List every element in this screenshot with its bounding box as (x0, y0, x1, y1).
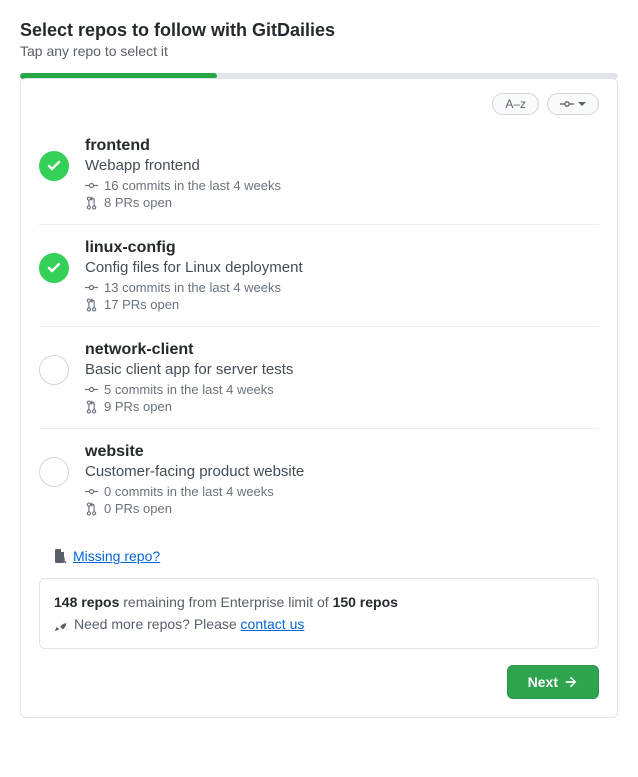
limit-line-2: Need more repos? Please contact us (54, 613, 584, 635)
repo-item[interactable]: network-client Basic client app for serve… (39, 327, 599, 429)
commit-icon (560, 97, 574, 111)
arrow-right-icon (564, 675, 578, 689)
repo-checkbox[interactable] (39, 151, 69, 181)
commit-icon (85, 281, 98, 294)
card-footer: Next (39, 665, 599, 699)
repo-prs-meta: 0 PRs open (85, 501, 599, 516)
repo-checkbox[interactable] (39, 253, 69, 283)
repo-item[interactable]: frontend Webapp frontend 16 commits in the… (39, 123, 599, 225)
limit-middle: remaining from Enterprise limit of (119, 594, 332, 610)
repo-commits-meta: 0 commits in the last 4 weeks (85, 484, 599, 499)
repo-prs-meta: 9 PRs open (85, 399, 599, 414)
limit-info-box: 148 repos remaining from Enterprise limi… (39, 578, 599, 649)
repo-prs-text: 17 PRs open (104, 297, 179, 312)
repo-name: website (85, 443, 599, 461)
repo-name: linux-config (85, 239, 599, 257)
repo-commits-meta: 13 commits in the last 4 weeks (85, 280, 599, 295)
repo-description: Webapp frontend (85, 157, 599, 174)
repo-body: network-client Basic client app for serve… (85, 341, 599, 414)
pull-request-icon (85, 502, 98, 516)
repo-prs-text: 9 PRs open (104, 399, 172, 414)
repo-checkbox[interactable] (39, 457, 69, 487)
repo-body: linux-config Config files for Linux deplo… (85, 239, 599, 312)
repo-commits-meta: 5 commits in the last 4 weeks (85, 382, 599, 397)
pull-request-icon (85, 400, 98, 414)
contact-us-link[interactable]: contact us (241, 616, 305, 632)
repo-description: Customer-facing product website (85, 463, 599, 480)
repo-prs-meta: 17 PRs open (85, 297, 599, 312)
limit-total: 150 repos (333, 594, 398, 610)
repo-checkbox[interactable] (39, 355, 69, 385)
repo-name: network-client (85, 341, 599, 359)
page-subtitle: Tap any repo to select it (20, 43, 618, 59)
limit-line-1: 148 repos remaining from Enterprise limi… (54, 591, 584, 613)
repo-prs-text: 8 PRs open (104, 195, 172, 210)
repo-commits-text: 13 commits in the last 4 weeks (104, 280, 281, 295)
page-title: Select repos to follow with GitDailies (20, 20, 618, 41)
limit-remaining: 148 repos (54, 594, 119, 610)
repo-commits-text: 5 commits in the last 4 weeks (104, 382, 274, 397)
filter-button[interactable] (547, 93, 599, 115)
commit-icon (85, 383, 98, 396)
repo-item[interactable]: website Customer-facing product website 0 … (39, 429, 599, 530)
repo-commits-text: 0 commits in the last 4 weeks (104, 484, 274, 499)
sort-alpha-button[interactable]: A–z (492, 93, 539, 115)
repo-commits-text: 16 commits in the last 4 weeks (104, 178, 281, 193)
repo-prs-meta: 8 PRs open (85, 195, 599, 210)
repo-selection-card: A–z frontend Webapp frontend 16 commits in… (20, 78, 618, 718)
pull-request-icon (85, 298, 98, 312)
commit-icon (85, 485, 98, 498)
missing-repo-row: Missing repo? (39, 548, 599, 564)
chevron-down-icon (578, 100, 586, 108)
repo-body: frontend Webapp frontend 16 commits in the… (85, 137, 599, 210)
repo-description: Basic client app for server tests (85, 361, 599, 378)
repo-list: frontend Webapp frontend 16 commits in the… (39, 123, 599, 530)
next-label: Next (528, 674, 558, 690)
repo-description: Config files for Linux deployment (85, 259, 599, 276)
repo-body: website Customer-facing product website 0 … (85, 443, 599, 516)
repo-prs-text: 0 PRs open (104, 501, 172, 516)
pull-request-icon (85, 196, 98, 210)
missing-repo-link[interactable]: Missing repo? (73, 548, 160, 564)
sort-label: A–z (505, 97, 526, 111)
repo-name: frontend (85, 137, 599, 155)
file-search-icon (53, 548, 67, 564)
toolbar: A–z (39, 93, 599, 115)
next-button[interactable]: Next (507, 665, 599, 699)
repo-commits-meta: 16 commits in the last 4 weeks (85, 178, 599, 193)
repo-item[interactable]: linux-config Config files for Linux deplo… (39, 225, 599, 327)
commit-icon (85, 179, 98, 192)
rocket-icon (54, 618, 68, 632)
limit-line2-prefix: Need more repos? Please (74, 616, 241, 632)
